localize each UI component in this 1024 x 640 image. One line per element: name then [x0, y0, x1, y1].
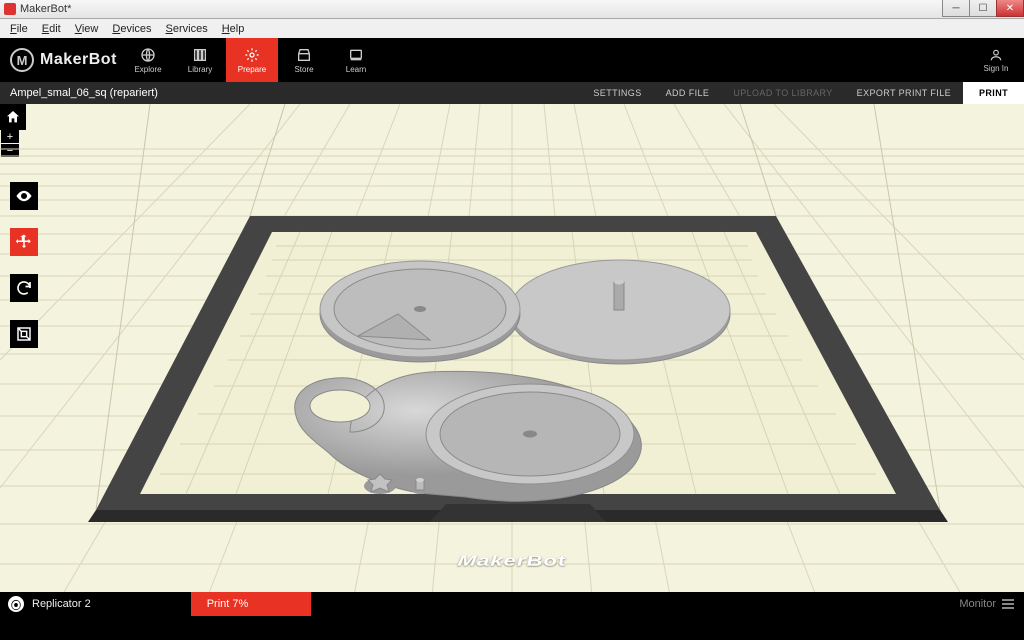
settings-button[interactable]: SETTINGS [581, 82, 653, 104]
app-icon [4, 3, 16, 15]
learn-icon [348, 47, 364, 63]
hamburger-icon [1002, 599, 1014, 609]
menu-view[interactable]: View [69, 22, 105, 36]
rotate-tool-button[interactable] [10, 274, 38, 302]
viewport-3d[interactable]: MakerBot + − ⦿ Replicator 2 Print 7% [0, 104, 1024, 616]
brand-logo-icon: M [10, 48, 34, 72]
menu-services[interactable]: Services [160, 22, 214, 36]
file-name: Ampel_smal_06_sq (repariert) [10, 87, 158, 99]
transform-tools [10, 182, 38, 358]
menu-devices[interactable]: Devices [106, 22, 157, 36]
brand-text: MakerBot [40, 51, 117, 69]
tab-explore[interactable]: Explore [122, 38, 174, 82]
sub-bar: Ampel_smal_06_sq (repariert) SETTINGS AD… [0, 82, 1024, 104]
monitor-label: Monitor [959, 598, 996, 610]
plate-brand-label: MakerBot [457, 553, 568, 570]
window-title-bar: MakerBot* ─ ☐ ✕ [0, 0, 1024, 19]
status-bar: ⦿ Replicator 2 Print 7% Monitor [0, 592, 1024, 616]
tab-label: Explore [134, 65, 161, 74]
printer-connected-icon: ⦿ [8, 596, 24, 612]
scale-tool-button[interactable] [10, 320, 38, 348]
printer-name[interactable]: Replicator 2 [32, 598, 91, 610]
monitor-toggle[interactable]: Monitor [959, 598, 1014, 610]
window-close-button[interactable]: ✕ [996, 0, 1024, 17]
signin-icon [988, 48, 1004, 62]
upload-library-button[interactable]: UPLOAD TO LIBRARY [721, 82, 844, 104]
signin-label: Sign In [984, 64, 1009, 73]
tab-label: Learn [346, 65, 366, 74]
export-print-file-button[interactable]: EXPORT PRINT FILE [845, 82, 963, 104]
window-minimize-button[interactable]: ─ [942, 0, 970, 17]
sign-in-button[interactable]: Sign In [976, 48, 1016, 73]
brand: M MakerBot [10, 48, 122, 72]
tab-label: Store [294, 65, 313, 74]
view-tool-button[interactable] [10, 182, 38, 210]
print-button[interactable]: PRINT [963, 82, 1024, 104]
rotate-icon [15, 279, 33, 297]
library-icon [192, 47, 208, 63]
tab-store[interactable]: Store [278, 38, 330, 82]
store-icon [296, 47, 312, 63]
menu-help[interactable]: Help [216, 22, 251, 36]
tab-label: Prepare [238, 65, 266, 74]
window-maximize-button[interactable]: ☐ [969, 0, 997, 17]
scale-icon [16, 326, 32, 342]
add-file-button[interactable]: ADD FILE [654, 82, 722, 104]
top-nav: M MakerBot Explore Library Prepare Store… [0, 38, 1024, 82]
menu-file[interactable]: File [4, 22, 34, 36]
globe-icon [140, 47, 156, 63]
print-progress-button[interactable]: Print 7% [191, 592, 311, 616]
eye-icon [15, 187, 33, 205]
menu-bar: File Edit View Devices Services Help [0, 19, 1024, 38]
window-title-text: MakerBot* [20, 3, 71, 15]
move-tool-button[interactable] [10, 228, 38, 256]
print-progress-label: Print 7% [207, 598, 249, 610]
tab-label: Library [188, 65, 212, 74]
prepare-icon [244, 47, 260, 63]
tab-prepare[interactable]: Prepare [226, 38, 278, 82]
tab-library[interactable]: Library [174, 38, 226, 82]
nav-tabs: Explore Library Prepare Store Learn [122, 38, 382, 82]
build-scene [0, 104, 1024, 616]
move-icon [15, 233, 33, 251]
window-controls: ─ ☐ ✕ [943, 0, 1024, 17]
menu-edit[interactable]: Edit [36, 22, 67, 36]
tab-learn[interactable]: Learn [330, 38, 382, 82]
